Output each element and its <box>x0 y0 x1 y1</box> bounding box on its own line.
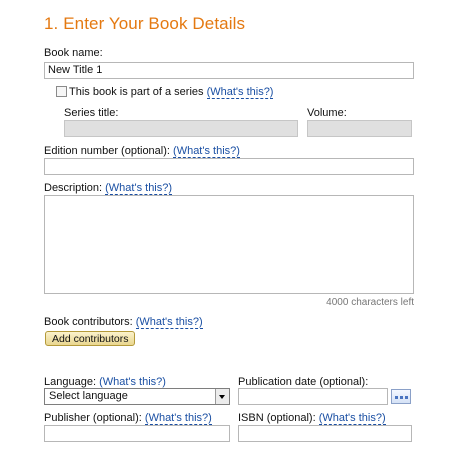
book-name-label: Book name: <box>44 47 103 59</box>
series-title-label: Series title: <box>64 107 119 119</box>
book-name-input[interactable]: New Title 1 <box>44 62 414 79</box>
publisher-label: Publisher (optional): <box>44 412 142 424</box>
language-selected-value: Select language <box>49 390 128 402</box>
language-select[interactable]: Select language <box>44 388 230 405</box>
contributors-label-row: Book contributors: (What's this?) <box>44 316 203 329</box>
edition-label: Edition number (optional): <box>44 145 170 157</box>
isbn-input[interactable] <box>238 425 412 442</box>
publication-date-label: Publication date (optional): <box>238 376 369 388</box>
chevron-down-icon[interactable] <box>215 389 229 404</box>
character-counter: 4000 characters left <box>326 297 414 308</box>
isbn-help-link[interactable]: (What's this?) <box>318 412 386 425</box>
description-textarea[interactable] <box>44 195 414 294</box>
description-label: Description: <box>44 182 103 194</box>
series-title-input[interactable] <box>64 120 298 137</box>
calendar-icon[interactable] <box>391 389 411 404</box>
language-label-row: Language: (What's this?) <box>44 376 166 389</box>
edition-label-row: Edition number (optional): (What's this?… <box>44 145 240 158</box>
edition-input[interactable] <box>44 158 414 175</box>
publication-date-input[interactable] <box>238 388 388 405</box>
edition-help-link[interactable]: (What's this?) <box>173 145 240 158</box>
series-checkbox-label: This book is part of a series (What's th… <box>69 86 274 99</box>
isbn-label-row: ISBN (optional): (What's this?) <box>238 412 386 425</box>
page-title: 1. Enter Your Book Details <box>44 14 246 33</box>
publisher-input[interactable] <box>44 425 230 442</box>
isbn-label: ISBN (optional): <box>238 412 316 424</box>
publisher-help-link[interactable]: (What's this?) <box>144 412 212 425</box>
publisher-label-row: Publisher (optional): (What's this?) <box>44 412 212 425</box>
volume-input[interactable] <box>307 120 412 137</box>
contributors-label: Book contributors: <box>44 316 133 328</box>
contributors-help-link[interactable]: (What's this?) <box>135 316 203 329</box>
series-checkbox-text: This book is part of a series <box>69 86 204 98</box>
series-checkbox[interactable] <box>56 86 67 97</box>
volume-label: Volume: <box>307 107 347 119</box>
description-label-row: Description: (What's this?) <box>44 182 173 195</box>
language-label: Language: <box>44 376 96 388</box>
description-help-link[interactable]: (What's this?) <box>105 182 173 195</box>
series-help-link[interactable]: (What's this?) <box>206 86 274 99</box>
add-contributors-button[interactable]: Add contributors <box>45 331 136 346</box>
